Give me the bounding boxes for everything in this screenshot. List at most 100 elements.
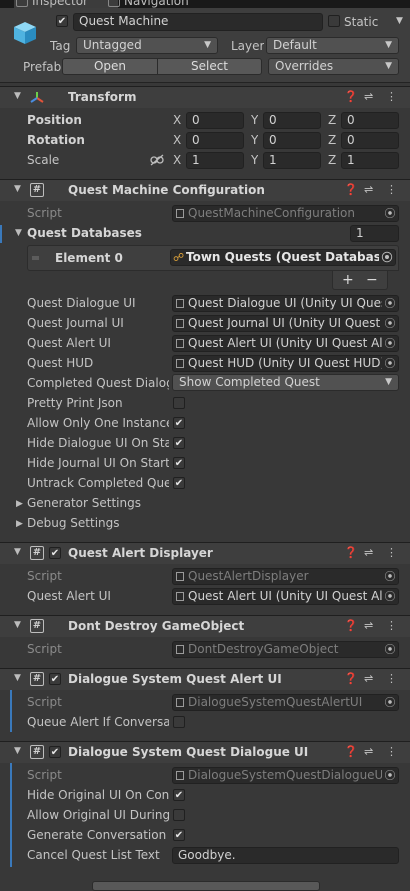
- generator-settings-foldout[interactable]: Generator Settings: [27, 495, 141, 511]
- object-picker-icon[interactable]: ⦿: [382, 316, 398, 331]
- allow-original-ui-toggle[interactable]: [173, 809, 185, 821]
- qad-quest-alert-ui-field[interactable]: Quest Alert UI (Unity UI Quest Alert ⦿: [172, 588, 399, 605]
- rotation-y-label[interactable]: Y: [251, 132, 258, 148]
- help-icon[interactable]: ❓: [344, 672, 358, 685]
- dsqd-enabled-toggle[interactable]: [49, 746, 61, 758]
- dsqd-script-field[interactable]: DialogueSystemQuestDialogueUI ⦿: [172, 767, 399, 784]
- list-remove-button[interactable]: −: [366, 272, 378, 288]
- prefab-overrides-dropdown[interactable]: Overrides ▼: [268, 58, 399, 75]
- dsqa-enabled-toggle[interactable]: [49, 673, 61, 685]
- position-y-field[interactable]: 0: [263, 112, 321, 129]
- allow-only-one-instance-toggle[interactable]: [173, 417, 185, 429]
- scale-z-label[interactable]: Z: [328, 152, 336, 168]
- gameobject-name-field[interactable]: Quest Machine: [73, 13, 323, 31]
- menu-icon[interactable]: ⋮: [386, 672, 397, 685]
- quest-journal-ui-field[interactable]: Quest Journal UI (Unity UI Quest J ⦿: [172, 315, 399, 332]
- position-z-field[interactable]: 0: [341, 112, 399, 129]
- quest-dialogue-ui-field[interactable]: Quest Dialogue UI (Unity UI Quest ⦿: [172, 295, 399, 312]
- rotation-z-label[interactable]: Z: [328, 132, 336, 148]
- element-0-field[interactable]: ☍ Town Quests (Quest Database) ⦿: [170, 249, 396, 266]
- menu-icon[interactable]: ⋮: [386, 619, 397, 632]
- object-picker-icon[interactable]: ⦿: [382, 589, 398, 604]
- tab-inspector[interactable]: Inspector: [14, 0, 118, 8]
- dsqa-header[interactable]: ▼ # Dialogue System Quest Alert UI ❓ ⇌ ⋮: [0, 668, 410, 690]
- help-icon[interactable]: ❓: [344, 90, 358, 103]
- static-toggle[interactable]: [328, 15, 340, 27]
- gameobject-active-toggle[interactable]: [56, 15, 68, 27]
- hide-dialogue-ui-on-start-toggle[interactable]: [173, 437, 185, 449]
- menu-icon[interactable]: ⋮: [386, 183, 397, 196]
- menu-icon[interactable]: ⋮: [386, 90, 397, 103]
- object-picker-icon[interactable]: ⦿: [382, 356, 398, 371]
- qmc-script-field[interactable]: QuestMachineConfiguration ⦿: [172, 205, 399, 222]
- object-picker-icon[interactable]: ⦿: [382, 569, 398, 584]
- qad-enabled-toggle[interactable]: [49, 547, 61, 559]
- pretty-print-json-toggle[interactable]: [173, 397, 185, 409]
- position-z-label[interactable]: Z: [328, 112, 336, 128]
- quest-alert-ui-field[interactable]: Quest Alert UI (Unity UI Quest Alert ⦿: [172, 335, 399, 352]
- foldout-arrow-icon[interactable]: ▼: [14, 184, 21, 194]
- tag-dropdown[interactable]: Untagged ▼: [76, 37, 218, 54]
- untrack-completed-quest-toggle[interactable]: [173, 477, 185, 489]
- object-picker-icon[interactable]: ⦿: [382, 296, 398, 311]
- foldout-arrow-icon[interactable]: ▶: [16, 519, 23, 529]
- foldout-arrow-icon[interactable]: ▼: [14, 91, 21, 101]
- rotation-y-field[interactable]: 0: [263, 132, 321, 149]
- help-icon[interactable]: ❓: [344, 619, 358, 632]
- object-picker-icon[interactable]: ⦿: [382, 336, 398, 351]
- foldout-arrow-icon[interactable]: ▶: [16, 499, 23, 509]
- scale-x-field[interactable]: 1: [186, 152, 244, 169]
- foldout-arrow-icon[interactable]: ▼: [14, 673, 21, 683]
- menu-icon[interactable]: ⋮: [386, 546, 397, 559]
- quest-databases-size-field[interactable]: 1: [350, 225, 399, 242]
- hide-original-ui-toggle[interactable]: [173, 789, 185, 801]
- qmc-header[interactable]: ▼ # Quest Machine Configuration ❓ ⇌ ⋮: [0, 179, 410, 201]
- layer-dropdown[interactable]: Default ▼: [266, 37, 399, 54]
- transform-header[interactable]: ▼ Transform ❓ ⇌ ⋮: [0, 86, 410, 108]
- presets-icon[interactable]: ⇌: [364, 90, 373, 103]
- qad-header[interactable]: ▼ # Quest Alert Displayer ❓ ⇌ ⋮: [0, 542, 410, 564]
- prefab-select-button[interactable]: Select: [157, 58, 262, 75]
- scale-y-field[interactable]: 1: [263, 152, 321, 169]
- tab-navigation[interactable]: Navigation: [106, 0, 214, 8]
- presets-icon[interactable]: ⇌: [364, 745, 373, 758]
- help-icon[interactable]: ❓: [344, 745, 358, 758]
- quest-hud-field[interactable]: Quest HUD (Unity UI Quest HUD) ⦿: [172, 355, 399, 372]
- position-y-label[interactable]: Y: [251, 112, 258, 128]
- object-picker-icon[interactable]: ⦿: [382, 695, 398, 710]
- completed-quest-dialogue-dropdown[interactable]: Show Completed Quest ▼: [172, 374, 399, 391]
- presets-icon[interactable]: ⇌: [364, 672, 373, 685]
- queue-alert-toggle[interactable]: [173, 716, 185, 728]
- rotation-x-field[interactable]: 0: [186, 132, 244, 149]
- menu-icon[interactable]: ⋮: [386, 745, 397, 758]
- prefab-open-button[interactable]: Open: [62, 58, 158, 75]
- object-picker-icon[interactable]: ⦿: [379, 250, 395, 265]
- presets-icon[interactable]: ⇌: [364, 183, 373, 196]
- foldout-arrow-icon[interactable]: ▼: [15, 228, 22, 238]
- foldout-arrow-icon[interactable]: ▼: [14, 547, 21, 557]
- drag-handle-icon[interactable]: ═: [32, 250, 39, 266]
- object-picker-icon[interactable]: ⦿: [382, 206, 398, 221]
- rotation-z-field[interactable]: 0: [341, 132, 399, 149]
- ddg-header[interactable]: ▼ # Dont Destroy GameObject ❓ ⇌ ⋮: [0, 615, 410, 637]
- presets-icon[interactable]: ⇌: [364, 546, 373, 559]
- scale-x-label[interactable]: X: [173, 152, 181, 168]
- object-picker-icon[interactable]: ⦿: [382, 642, 398, 657]
- position-x-label[interactable]: X: [173, 112, 181, 128]
- foldout-arrow-icon[interactable]: ▼: [14, 746, 21, 756]
- foldout-arrow-icon[interactable]: ▼: [14, 620, 21, 630]
- help-icon[interactable]: ❓: [344, 183, 358, 196]
- dsqa-script-field[interactable]: DialogueSystemQuestAlertUI ⦿: [172, 694, 399, 711]
- ddg-script-field[interactable]: DontDestroyGameObject ⦿: [172, 641, 399, 658]
- generate-conversation-toggle[interactable]: [173, 829, 185, 841]
- rotation-x-label[interactable]: X: [173, 132, 181, 148]
- link-scale-icon[interactable]: [150, 154, 164, 166]
- list-add-button[interactable]: +: [342, 272, 354, 288]
- scale-z-field[interactable]: 1: [341, 152, 399, 169]
- debug-settings-foldout[interactable]: Debug Settings: [27, 515, 120, 531]
- position-x-field[interactable]: 0: [186, 112, 244, 129]
- quest-databases-label[interactable]: Quest Databases: [27, 225, 142, 241]
- presets-icon[interactable]: ⇌: [364, 619, 373, 632]
- scale-y-label[interactable]: Y: [251, 152, 258, 168]
- object-picker-icon[interactable]: ⦿: [382, 768, 398, 783]
